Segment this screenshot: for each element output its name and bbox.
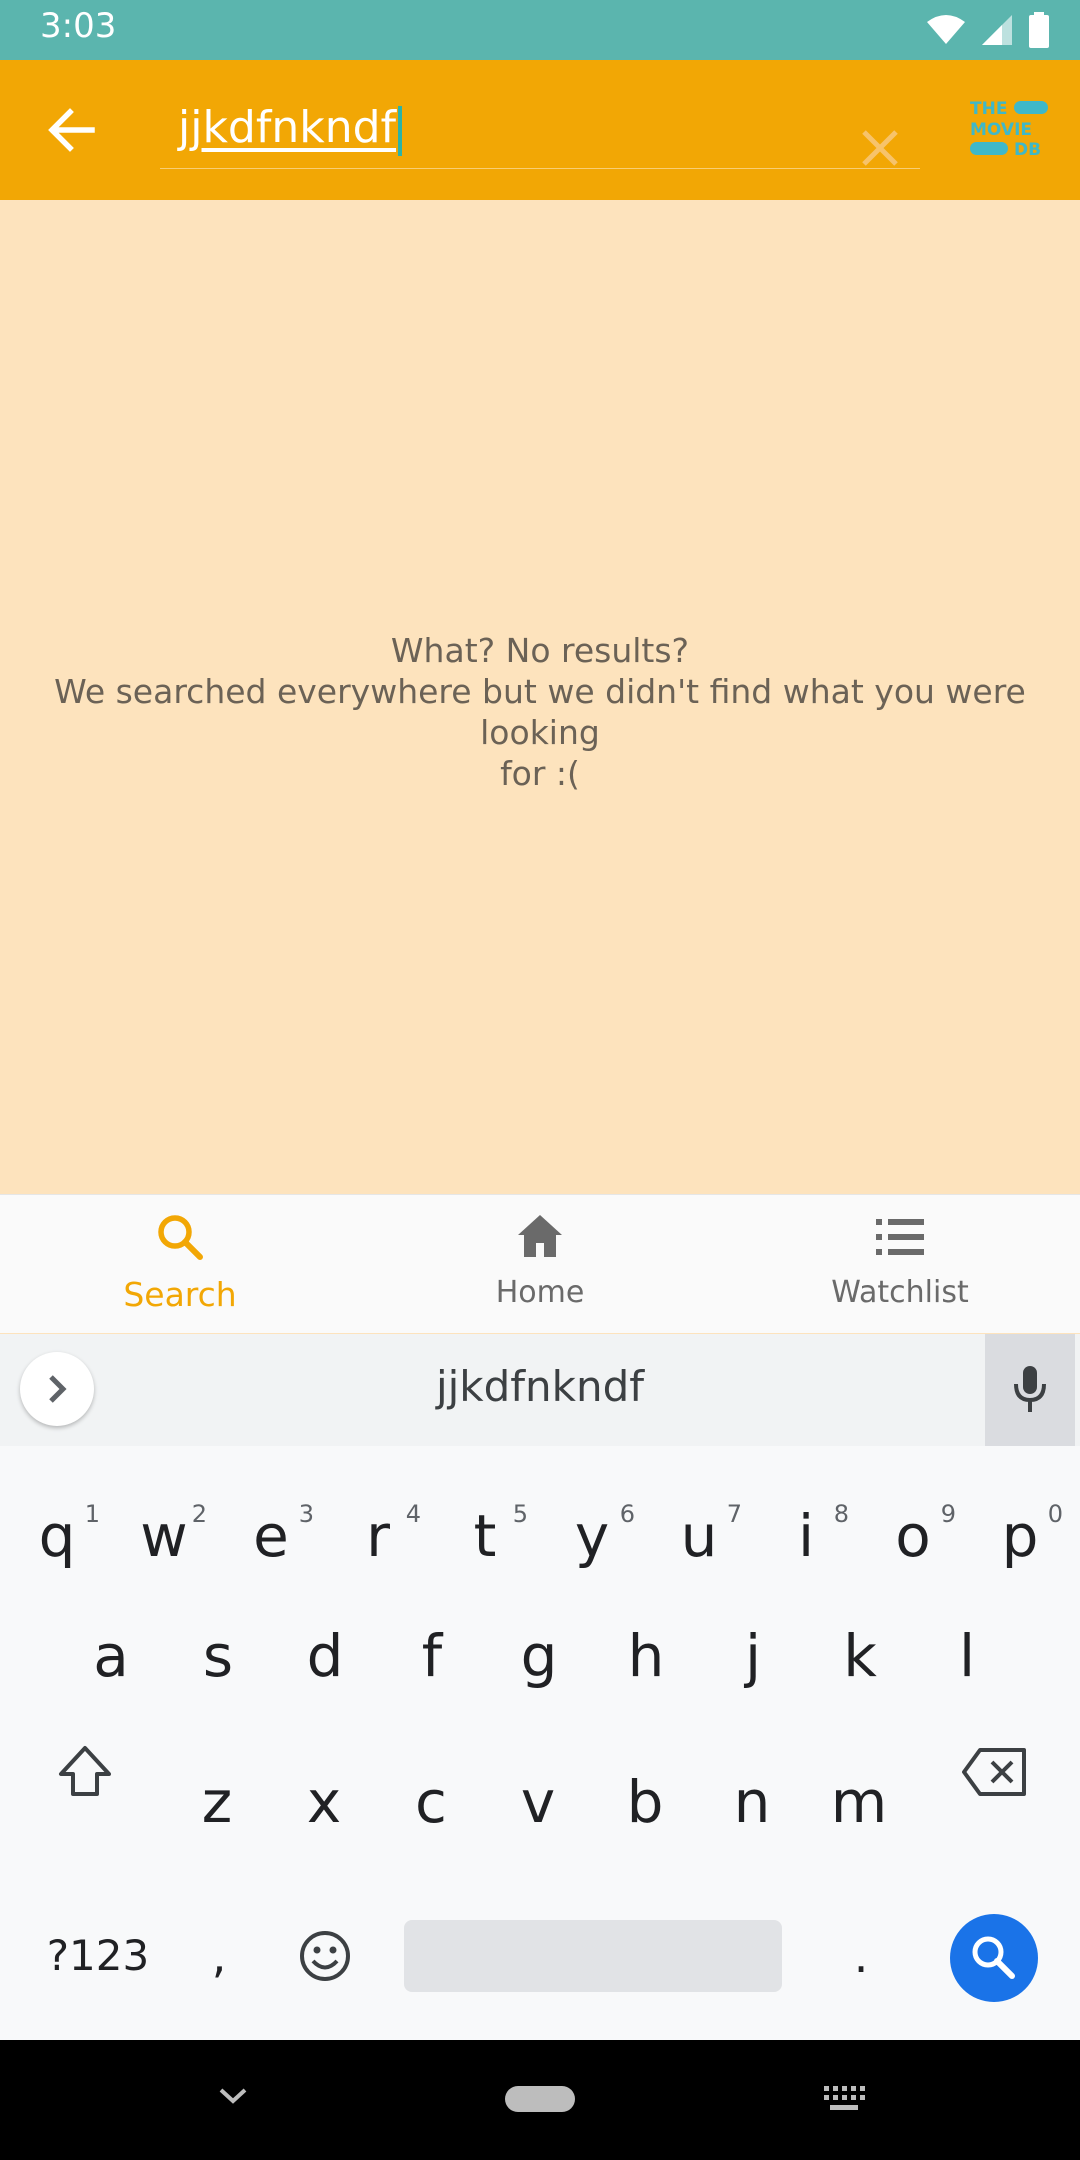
key-s[interactable]: s bbox=[165, 1596, 271, 1716]
home-pill[interactable] bbox=[505, 2086, 575, 2112]
keyboard-search-button[interactable] bbox=[950, 1914, 1038, 2002]
key-j[interactable]: j bbox=[700, 1596, 806, 1716]
status-icons bbox=[926, 12, 1050, 48]
key-t[interactable]: t5 bbox=[432, 1476, 538, 1596]
key-u[interactable]: u7 bbox=[646, 1476, 752, 1596]
key-hint-7: 7 bbox=[726, 1500, 742, 1528]
voice-input-button[interactable] bbox=[985, 1334, 1075, 1446]
nav-label-home: Home bbox=[495, 1275, 585, 1310]
emoji-icon bbox=[300, 1931, 350, 1981]
empty-state-title: What? No results? bbox=[390, 631, 690, 670]
tmdb-logo: THE MOVIE DB bbox=[968, 96, 1050, 160]
nav-item-watchlist[interactable]: Watchlist bbox=[720, 1211, 1080, 1331]
clear-search-button[interactable] bbox=[850, 118, 910, 178]
key-hint-2: 2 bbox=[191, 1500, 207, 1528]
search-query-text[interactable]: jjkdfnkndf bbox=[178, 102, 396, 153]
search-icon bbox=[158, 1215, 203, 1260]
close-icon bbox=[862, 130, 898, 166]
shift-key[interactable] bbox=[32, 1712, 138, 1832]
svg-text:MOVIE: MOVIE bbox=[970, 120, 1032, 140]
bottom-navigation: Search Home Watchlist bbox=[0, 1194, 1080, 1333]
mic-icon bbox=[1014, 1366, 1046, 1412]
suggestion-word[interactable]: jjkdfnkndf bbox=[0, 1362, 1080, 1411]
key-hint-6: 6 bbox=[619, 1500, 635, 1528]
keyboard-switch-icon[interactable] bbox=[822, 2084, 866, 2114]
key-h[interactable]: h bbox=[593, 1596, 699, 1716]
key-hint-8: 8 bbox=[833, 1500, 849, 1528]
key-q[interactable]: q1 bbox=[4, 1476, 110, 1596]
key-hint-9: 9 bbox=[940, 1500, 956, 1528]
status-bar: 3:03 bbox=[0, 0, 1080, 60]
key-e[interactable]: e3 bbox=[218, 1476, 324, 1596]
expand-toolbar-button[interactable] bbox=[20, 1352, 94, 1426]
key-z[interactable]: z bbox=[164, 1742, 270, 1862]
space-key[interactable] bbox=[404, 1920, 782, 1992]
search-toolbar: jjkdfnkndf THE MOVIE DB bbox=[0, 60, 1080, 200]
key-g[interactable]: g bbox=[486, 1596, 592, 1716]
wifi-icon bbox=[927, 15, 965, 44]
backspace-icon bbox=[962, 1748, 1026, 1796]
key-hint-0: 0 bbox=[1047, 1500, 1063, 1528]
arrow-back-icon bbox=[48, 108, 95, 152]
key-k[interactable]: k bbox=[807, 1596, 913, 1716]
period-key[interactable]: . bbox=[808, 1896, 914, 2016]
home-icon bbox=[518, 1215, 562, 1257]
soft-keyboard: q1w2e3r4t5y6u7i8o9p0 asdfghjkl zxcvbnm ?… bbox=[0, 1446, 1080, 2040]
list-icon bbox=[876, 1219, 924, 1255]
nav-item-search[interactable]: Search bbox=[0, 1211, 360, 1331]
key-f[interactable]: f bbox=[379, 1596, 485, 1716]
key-hint-5: 5 bbox=[512, 1500, 528, 1528]
key-hint-4: 4 bbox=[405, 1500, 421, 1528]
empty-state-message: What? No results? We searched everywhere… bbox=[0, 630, 1080, 794]
key-b[interactable]: b bbox=[592, 1742, 698, 1862]
comma-key[interactable]: , bbox=[166, 1896, 272, 2016]
key-hint-3: 3 bbox=[298, 1500, 314, 1528]
search-icon bbox=[972, 1936, 1015, 1979]
key-c[interactable]: c bbox=[378, 1742, 484, 1862]
signal-icon bbox=[982, 15, 1012, 45]
key-x[interactable]: x bbox=[271, 1742, 377, 1862]
key-p[interactable]: p0 bbox=[967, 1476, 1073, 1596]
status-time: 3:03 bbox=[40, 6, 117, 46]
empty-state-text-line1: We searched everywhere but we didn't fin… bbox=[54, 672, 1026, 752]
text-cursor bbox=[398, 106, 402, 156]
shift-icon bbox=[59, 1746, 111, 1796]
keyboard-suggestion-strip: jjkdfnkndf bbox=[0, 1334, 1080, 1446]
nav-label-watchlist: Watchlist bbox=[831, 1275, 969, 1310]
back-button[interactable] bbox=[40, 98, 104, 162]
key-n[interactable]: n bbox=[699, 1742, 805, 1862]
key-m[interactable]: m bbox=[806, 1742, 912, 1862]
nav-label-search: Search bbox=[123, 1275, 237, 1314]
chevron-right-icon bbox=[49, 1375, 67, 1403]
search-input[interactable]: jjkdfnkndf bbox=[160, 88, 920, 169]
svg-text:THE: THE bbox=[970, 99, 1007, 119]
key-l[interactable]: l bbox=[914, 1596, 1020, 1716]
svg-text:DB: DB bbox=[1014, 140, 1041, 160]
key-i[interactable]: i8 bbox=[753, 1476, 859, 1596]
nav-item-home[interactable]: Home bbox=[360, 1211, 720, 1331]
key-a[interactable]: a bbox=[58, 1596, 164, 1716]
key-r[interactable]: r4 bbox=[325, 1476, 431, 1596]
symbols-key[interactable]: ?123 bbox=[28, 1916, 168, 1996]
battery-icon bbox=[1029, 12, 1049, 48]
empty-state-text-line2: for :( bbox=[500, 754, 580, 793]
key-hint-1: 1 bbox=[84, 1500, 100, 1528]
backspace-key[interactable] bbox=[942, 1712, 1048, 1832]
key-y[interactable]: y6 bbox=[539, 1476, 645, 1596]
key-v[interactable]: v bbox=[485, 1742, 591, 1862]
system-navigation-bar bbox=[0, 2040, 1080, 2160]
key-o[interactable]: o9 bbox=[860, 1476, 966, 1596]
chevron-down-icon[interactable] bbox=[218, 2086, 248, 2106]
emoji-key[interactable] bbox=[272, 1896, 378, 2016]
key-w[interactable]: w2 bbox=[111, 1476, 217, 1596]
key-d[interactable]: d bbox=[272, 1596, 378, 1716]
